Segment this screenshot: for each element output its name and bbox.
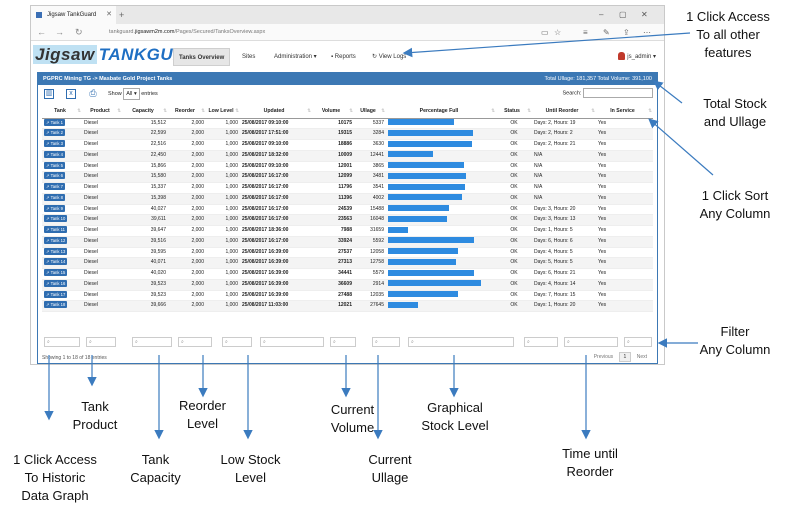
annotation-historic: 1 Click Access To Historic Data Graph [13,452,97,503]
annotation-tank-product: Tank Product [72,399,118,432]
annotation-sort: 1 Click Sort Any Column [699,188,771,221]
annotation-arrows [44,32,714,440]
annotation-graphical: Graphical Stock Level [421,400,489,433]
annotation-low-stock: Low Stock Level [220,452,281,485]
annotation-current-volume: Current Volume [330,402,375,435]
annotation-filter: Filter Any Column [699,324,771,357]
annotation-totals: Total Stock and Ullage [703,96,767,129]
annotation-time-reorder: Time until Reorder [562,446,618,479]
annotation-reorder-level: Reorder Level [179,398,226,431]
arrow-totals [653,80,683,104]
annotation-all-features: 1 Click Access To all other features [686,9,770,60]
annotation-current-ullage: Current Ullage [368,452,412,485]
annotation-tank-capacity: Tank Capacity [130,452,181,485]
arrow-all-features [402,32,691,58]
